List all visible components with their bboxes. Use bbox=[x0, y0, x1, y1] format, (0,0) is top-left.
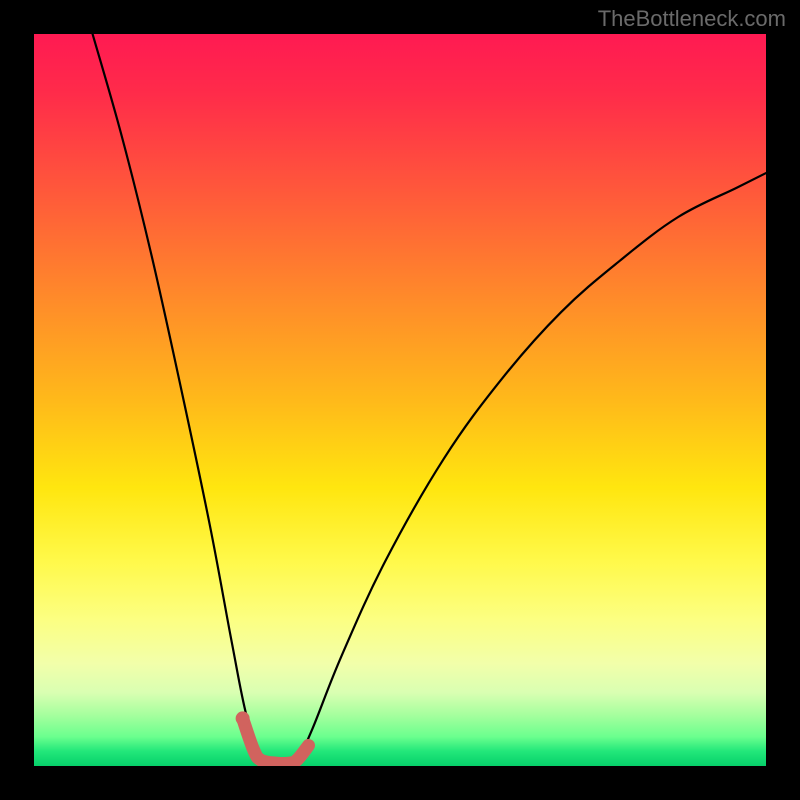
plot-area bbox=[34, 34, 766, 766]
watermark-text: TheBottleneck.com bbox=[598, 6, 786, 32]
curve-layer bbox=[34, 34, 766, 766]
chart-frame: TheBottleneck.com bbox=[0, 0, 800, 800]
optimal-start-dot bbox=[236, 711, 250, 725]
optimal-band bbox=[243, 718, 309, 763]
bottleneck-curve bbox=[93, 34, 766, 766]
